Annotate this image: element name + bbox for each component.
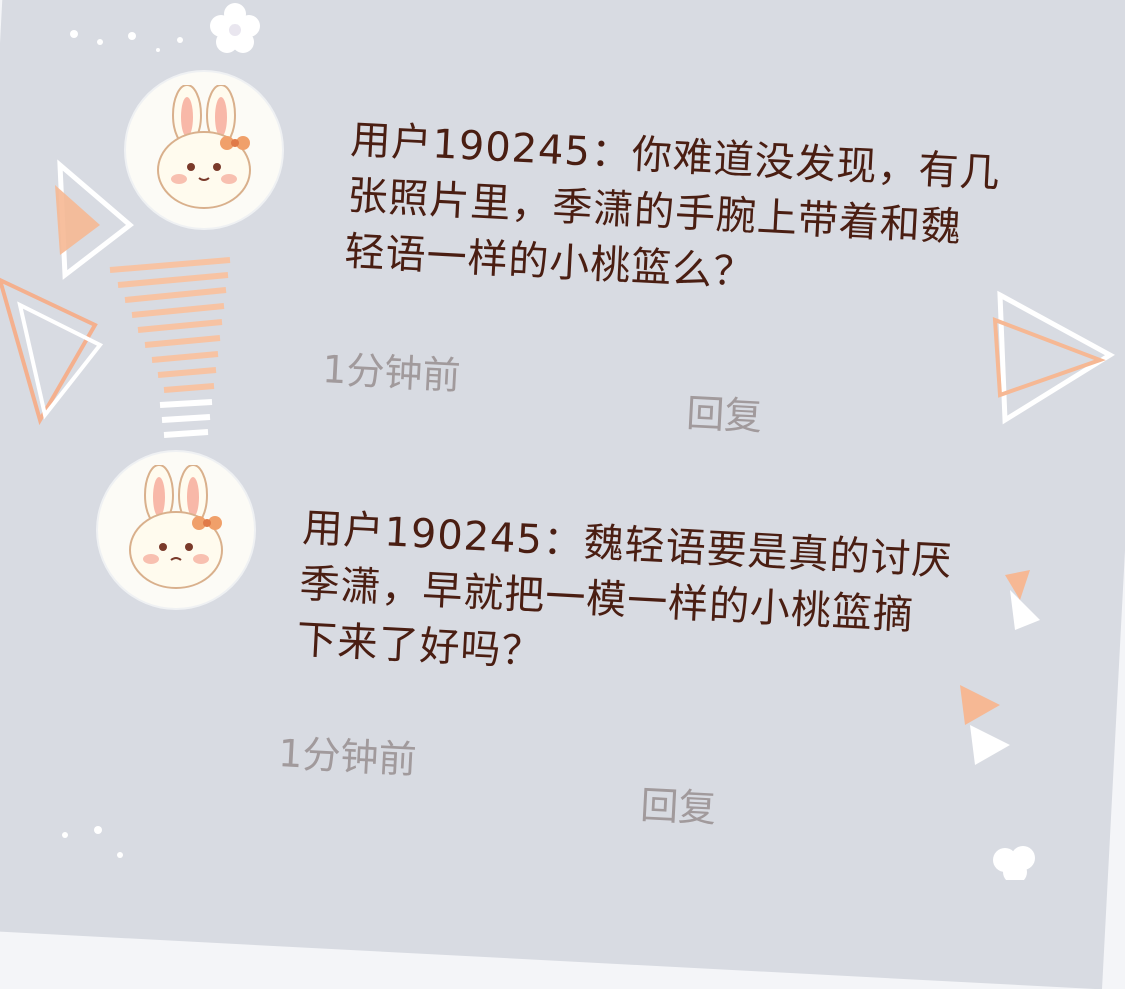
user-avatar[interactable] <box>98 452 254 608</box>
reply-button[interactable]: 回复 <box>639 774 718 833</box>
comment-text: 用户190245：魏轻语要是真的讨厌 季潇，早就把一模一样的小桃篮摘 下来了好吗… <box>295 500 954 702</box>
user-avatar[interactable] <box>126 72 282 228</box>
comment-timestamp: 1分钟前 <box>277 730 418 783</box>
bunny-avatar-icon <box>157 85 251 209</box>
comment-text: 用户190245：你难道没发现，有几 张照片里，季潇的手腕上带着和魏 轻语一样的… <box>343 112 1002 314</box>
comment-timestamp: 1分钟前 <box>321 346 462 399</box>
triangle-decoration-icon <box>960 570 1040 765</box>
flower-icon <box>210 3 260 53</box>
bunny-avatar-icon <box>129 465 223 589</box>
triangle-decoration-icon <box>992 290 1115 425</box>
flower-icon <box>993 846 1035 880</box>
reply-button[interactable]: 回复 <box>685 382 764 441</box>
sparkle-dots-icon <box>70 30 183 52</box>
sparkle-dots-icon <box>62 826 123 858</box>
